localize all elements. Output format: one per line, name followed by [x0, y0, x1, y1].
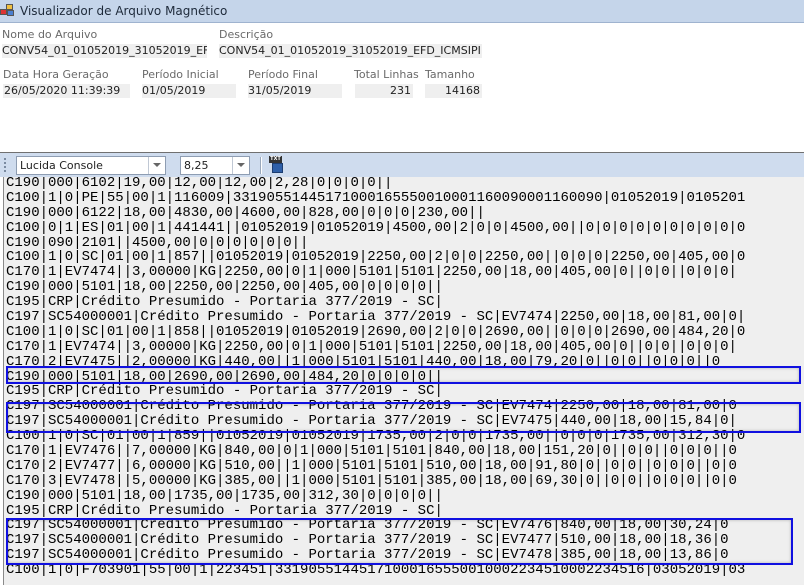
tamanho-label: Tamanho — [425, 68, 475, 81]
window-title: Visualizador de Arquivo Magnético — [20, 4, 228, 18]
file-line: C197|SC54000001|Crédito Presumido - Port… — [6, 547, 729, 564]
file-line: C195|CRP|Crédito Presumido - Portaria 37… — [6, 294, 443, 311]
descricao-label: Descrição — [219, 28, 274, 41]
descricao-field[interactable]: CONV54_01_01052019_31052019_EFD_ICMSIPI.… — [219, 44, 482, 58]
total-linhas-field[interactable]: 231 — [355, 84, 413, 98]
file-line: C100|1|0|SC|01|00|1|858||01052019|010520… — [6, 323, 746, 340]
file-line: C197|SC54000001|Crédito Presumido - Port… — [6, 532, 729, 549]
toolbar-grip[interactable] — [4, 158, 7, 172]
file-line: C170|1|EV7476||7,00000|KG|840,00|0|1|000… — [6, 443, 737, 460]
file-line: C100|1|0|F703901|55|00|1|223451|33190551… — [6, 562, 746, 579]
file-line: C190|090|2101||4500,00|0|0|0|0|0|0|| — [6, 234, 309, 251]
file-line: C197|SC54000001|Crédito Presumido - Port… — [6, 309, 746, 326]
file-line: C170|3|EV7478||5,00000|KG|385,00||1|000|… — [6, 472, 737, 489]
file-line: C170|1|EV7474||3,00000|KG|2250,00|0|1|00… — [6, 338, 737, 355]
periodo-final-field[interactable]: 31/05/2019 — [248, 84, 342, 98]
file-line: C100|1|0|PE|55|00|1|116009|3319055144517… — [6, 189, 746, 206]
save-txt-icon[interactable]: TXT — [269, 156, 285, 174]
font-size-select[interactable]: 8,25 — [180, 155, 250, 175]
file-line: C170|2|EV7477||6,00000|KG|510,00||1|000|… — [6, 457, 737, 474]
nome-field[interactable]: CONV54_01_01052019_31052019_EFD_ICMSIPI.… — [2, 44, 207, 58]
file-line: C197|SC54000001|Crédito Presumido - Port… — [6, 398, 737, 415]
periodo-inicial-field[interactable]: 01/05/2019 — [142, 84, 236, 98]
file-line: C100|1|0|SC|01|00|1|857||01052019|010520… — [6, 249, 746, 266]
file-lines: C190|000|6102|19,00|12,00|12,00|2,28|0|0… — [6, 177, 745, 578]
file-line: C195|CRP|Crédito Presumido - Portaria 37… — [6, 502, 443, 519]
font-select-value: Lucida Console — [20, 158, 103, 172]
toolbar: Lucida Console 8,25 TXT — [0, 152, 804, 177]
file-line: C190|000|6122|18,00|4830,00|4600,00|828,… — [6, 204, 485, 221]
font-size-value: 8,25 — [184, 158, 209, 172]
file-line: C195|CRP|Crédito Presumido - Portaria 37… — [6, 383, 443, 400]
file-line: C190|000|5101|18,00|2690,00|2690,00|484,… — [6, 368, 443, 385]
periodo-inicial-label: Período Inicial — [142, 68, 219, 81]
periodo-final-label: Período Final — [248, 68, 318, 81]
file-line: C190|000|6102|19,00|12,00|12,00|2,28|0|0… — [6, 177, 393, 191]
app-icon — [0, 4, 16, 18]
file-line: C100|0|1|ES|01|00|1|441441||01052019|010… — [6, 219, 746, 236]
file-line: C170|2|EV7475||2,00000|KG|440,00||1|000|… — [6, 353, 721, 370]
tamanho-field[interactable]: 14168 — [425, 84, 482, 98]
file-line: C170|1|EV7474||3,00000|KG|2250,00|0|1|00… — [6, 264, 737, 281]
title-bar: Visualizador de Arquivo Magnético — [0, 0, 804, 23]
chevron-down-icon[interactable] — [148, 156, 165, 174]
file-line: C197|SC54000001|Crédito Presumido - Port… — [6, 413, 737, 430]
file-line: C190|000|5101|18,00|1735,00|1735,00|312,… — [6, 487, 443, 504]
chevron-down-icon[interactable] — [232, 156, 249, 174]
total-linhas-label: Total Linhas — [354, 68, 419, 81]
data-hora-field[interactable]: 26/05/2020 11:39:39 — [3, 84, 130, 98]
file-line: C190|000|5101|18,00|2250,00|2250,00|405,… — [6, 279, 443, 296]
nome-label: Nome do Arquivo — [2, 28, 98, 41]
file-line: C100|1|0|SC|01|00|1|859||01052019|010520… — [6, 428, 746, 445]
toolbar-separator — [260, 156, 261, 174]
file-line: C197|SC54000001|Crédito Presumido - Port… — [6, 517, 729, 534]
data-hora-label: Data Hora Geração — [3, 68, 109, 81]
font-select[interactable]: Lucida Console — [16, 155, 166, 175]
file-content-viewer[interactable]: C190|000|6102|19,00|12,00|12,00|2,28|0|0… — [3, 177, 804, 585]
